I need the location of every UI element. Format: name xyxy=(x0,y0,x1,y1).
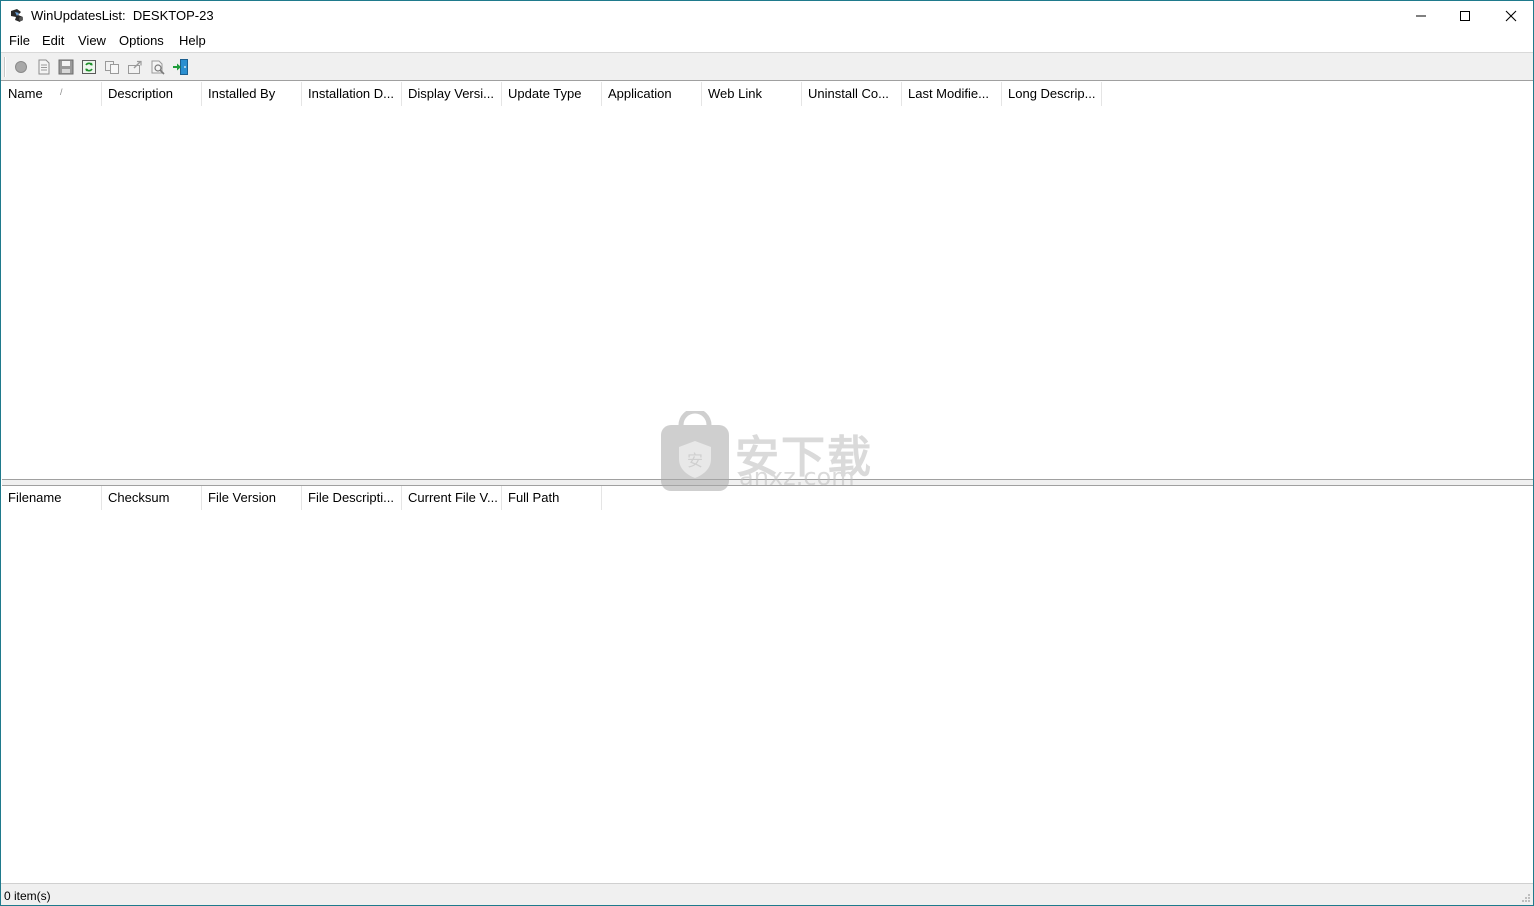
column-label: Filename xyxy=(8,490,62,505)
column-label: File Descripti... xyxy=(308,490,394,505)
column-header-installation-date[interactable]: Installation D... xyxy=(302,82,402,106)
refresh-icon xyxy=(82,60,96,74)
column-label: Web Link xyxy=(708,86,762,101)
exit-icon xyxy=(173,59,188,75)
column-label: Application xyxy=(608,86,672,101)
column-label: Name xyxy=(8,86,43,101)
menu-view[interactable]: View xyxy=(77,33,107,48)
search-icon xyxy=(151,60,165,75)
column-label: Update Type xyxy=(508,86,582,101)
maximize-icon xyxy=(1460,11,1470,21)
svg-text:安: 安 xyxy=(687,451,703,470)
close-button[interactable] xyxy=(1488,1,1534,31)
resize-grip-icon[interactable] xyxy=(1521,893,1531,903)
shield-bag-icon: 安 xyxy=(661,411,729,491)
column-label: Description xyxy=(108,86,174,101)
files-list-header: Filename Checksum File Version File Desc… xyxy=(2,486,602,510)
column-label: Long Descrip... xyxy=(1008,86,1096,101)
toolbar-button-record[interactable] xyxy=(11,57,31,77)
column-header-update-type[interactable]: Update Type xyxy=(502,82,602,106)
menu-file[interactable]: File xyxy=(8,33,31,48)
close-icon xyxy=(1505,10,1517,22)
column-header-long-description[interactable]: Long Descrip... xyxy=(1002,82,1102,106)
export-icon xyxy=(128,60,142,74)
column-label: Last Modifie... xyxy=(908,86,989,101)
menu-bar: File Edit View Options Help xyxy=(1,31,1533,52)
toolbar-button-refresh[interactable] xyxy=(79,57,99,77)
toolbar-grip xyxy=(4,57,6,77)
column-header-file-version[interactable]: File Version xyxy=(202,486,302,510)
window-title: WinUpdatesList: DESKTOP-23 xyxy=(31,8,214,23)
column-header-application[interactable]: Application xyxy=(602,82,702,106)
toolbar-button-copy[interactable] xyxy=(102,57,122,77)
column-label: File Version xyxy=(208,490,276,505)
watermark-en-text: anxz.com xyxy=(739,463,855,491)
column-header-checksum[interactable]: Checksum xyxy=(102,486,202,510)
menu-help[interactable]: Help xyxy=(178,33,207,48)
column-label: Full Path xyxy=(508,490,560,505)
copy-icon xyxy=(105,61,119,74)
column-label: Installation D... xyxy=(308,86,394,101)
toolbar-button-properties[interactable] xyxy=(34,57,54,77)
minimize-button[interactable] xyxy=(1398,1,1444,31)
column-header-installed-by[interactable]: Installed By xyxy=(202,82,302,106)
column-label: Checksum xyxy=(108,490,170,505)
save-icon xyxy=(58,59,74,75)
column-label: Display Versi... xyxy=(408,86,494,101)
toolbar-button-search[interactable] xyxy=(148,57,168,77)
app-logo-icon xyxy=(11,9,23,22)
column-header-last-modified[interactable]: Last Modifie... xyxy=(902,82,1002,106)
maximize-button[interactable] xyxy=(1442,1,1488,31)
column-label: Current File V... xyxy=(408,490,498,505)
files-list[interactable]: Filename Checksum File Version File Desc… xyxy=(2,485,1533,882)
item-count: 0 item(s) xyxy=(4,889,51,903)
toolbar-button-exit[interactable] xyxy=(171,57,191,77)
app-window: WinUpdatesList: DESKTOP-23 File Edit Vie… xyxy=(0,0,1534,906)
column-header-description[interactable]: Description xyxy=(102,82,202,106)
toolbar-button-save[interactable] xyxy=(56,57,76,77)
menu-edit[interactable]: Edit xyxy=(41,33,65,48)
status-bar: 0 item(s) xyxy=(1,883,1533,905)
column-label: Uninstall Co... xyxy=(808,86,889,101)
minimize-icon xyxy=(1416,15,1426,17)
column-header-file-description[interactable]: File Descripti... xyxy=(302,486,402,510)
column-header-current-file-version[interactable]: Current File V... xyxy=(402,486,502,510)
column-header-full-path[interactable]: Full Path xyxy=(502,486,602,510)
watermark: 安 安下载 anxz.com xyxy=(659,411,879,495)
record-icon xyxy=(15,61,27,73)
updates-list-header: Name / Description Installed By Installa… xyxy=(2,82,1102,106)
menu-options[interactable]: Options xyxy=(118,33,165,48)
toolbar xyxy=(1,52,1533,81)
toolbar-button-export[interactable] xyxy=(125,57,145,77)
column-header-display-version[interactable]: Display Versi... xyxy=(402,82,502,106)
properties-icon xyxy=(38,59,50,75)
column-label: Installed By xyxy=(208,86,276,101)
column-header-name[interactable]: Name / xyxy=(2,82,102,106)
sort-indicator-icon: / xyxy=(60,87,63,97)
column-header-filename[interactable]: Filename xyxy=(2,486,102,510)
column-header-uninstall-command[interactable]: Uninstall Co... xyxy=(802,82,902,106)
column-header-web-link[interactable]: Web Link xyxy=(702,82,802,106)
title-bar[interactable]: WinUpdatesList: DESKTOP-23 xyxy=(1,1,1533,31)
